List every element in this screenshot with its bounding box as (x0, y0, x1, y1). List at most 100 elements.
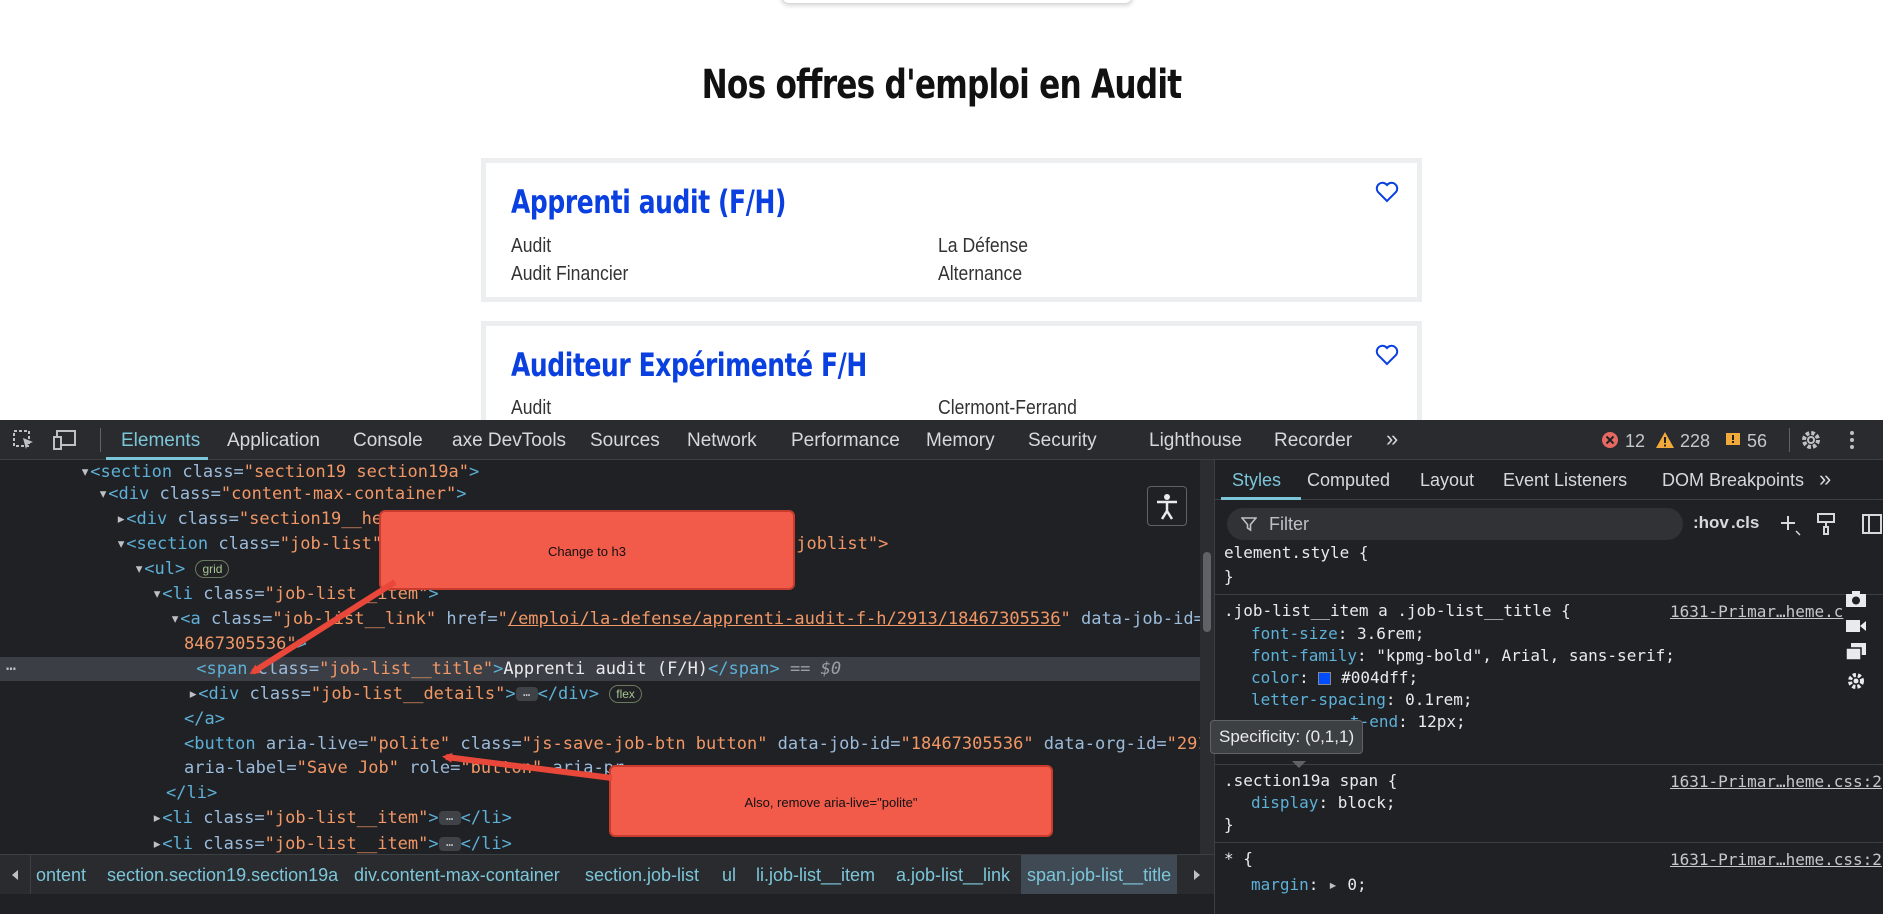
collapsed-ellipsis[interactable]: … (438, 836, 461, 851)
inspect-element-icon[interactable] (12, 429, 36, 451)
dom-node-selected[interactable]: ⋯ <span class="job-list__title">Apprenti … (0, 657, 1200, 681)
breadcrumb-item-selected[interactable]: span.job-list__title (1021, 855, 1178, 894)
settings-gear-icon[interactable] (1799, 428, 1823, 452)
tab-lighthouse[interactable]: Lighthouse (1149, 430, 1242, 452)
dom-tree-scrollbar[interactable] (1200, 460, 1214, 894)
job-subcategory: Audit Financier (511, 263, 629, 285)
cls-toggle[interactable]: .cls (1731, 513, 1759, 533)
style-declaration[interactable]: font-size: 3.6rem; (1251, 623, 1424, 645)
tab-recorder[interactable]: Recorder (1274, 430, 1352, 452)
tab-security[interactable]: Security (1028, 430, 1097, 452)
styles-filter-input[interactable]: Filter (1227, 508, 1683, 540)
warning-icon[interactable] (1655, 431, 1675, 449)
href-link[interactable]: /emploi/la-defense/apprenti-audit-f-h/29… (508, 609, 1061, 629)
warning-count[interactable]: 228 (1680, 431, 1710, 452)
tab-memory[interactable]: Memory (926, 430, 995, 452)
style-declaration[interactable]: margin: ▸ 0; (1251, 874, 1367, 896)
dom-node[interactable]: ▾<ul> grid (134, 557, 230, 581)
dom-node[interactable]: ▸<div class="section19__he (116, 507, 382, 531)
chevron-left-icon[interactable] (8, 868, 22, 882)
copy-window-icon[interactable] (1845, 642, 1867, 662)
more-tabs-button[interactable]: » (1386, 426, 1398, 452)
dom-node-wrap: aria-label="Save Job" role="button" aria… (184, 758, 625, 778)
chevron-right-icon[interactable] (1190, 868, 1204, 882)
dom-node[interactable]: ▾<a class="job-list__link" href="/emploi… (170, 607, 1214, 631)
video-camera-icon[interactable] (1845, 618, 1867, 634)
tab-application[interactable]: Application (227, 430, 320, 452)
tab-event-listeners[interactable]: Event Listeners (1503, 470, 1627, 491)
dom-node[interactable]: </a> (184, 707, 225, 731)
new-style-rule-icon[interactable] (1779, 514, 1801, 536)
tab-performance[interactable]: Performance (791, 430, 900, 452)
job-card[interactable]: Auditeur Expérimenté F/H Audit Clermont-… (481, 321, 1422, 420)
breadcrumb-item[interactable]: li.job-list__item (756, 865, 875, 886)
annotation-callout: Change to h3 (379, 510, 795, 590)
tab-elements[interactable]: Elements (121, 430, 200, 452)
tab-sources[interactable]: Sources (590, 430, 660, 452)
breadcrumb-item[interactable]: div.content-max-container (354, 865, 560, 886)
camera-icon[interactable] (1845, 590, 1867, 608)
rule-selector[interactable]: element.style { (1224, 542, 1369, 564)
accessibility-tree-button[interactable] (1147, 486, 1187, 526)
paint-roller-icon[interactable] (1815, 512, 1837, 536)
rule-selector[interactable]: .section19a span { (1224, 770, 1397, 792)
annotation-callout: Also, remove aria-live="polite" (609, 765, 1053, 837)
breadcrumb-item[interactable]: a.job-list__link (896, 865, 1010, 886)
grid-badge[interactable]: grid (195, 560, 230, 578)
rule-selector[interactable]: * { (1224, 848, 1253, 870)
error-count[interactable]: 12 (1625, 431, 1645, 452)
style-declaration[interactable]: color: #004dff; (1251, 667, 1418, 689)
dom-node[interactable]: ▾<section class="section19 section19a"> (80, 460, 479, 484)
dom-node[interactable]: ▾<section class="job-list" (116, 532, 382, 556)
tab-console[interactable]: Console (353, 430, 423, 452)
dom-node-tail: "joblist"> (786, 534, 889, 554)
breadcrumb-item[interactable]: ul (722, 865, 736, 886)
tab-styles[interactable]: Styles (1232, 470, 1281, 491)
error-icon[interactable] (1601, 431, 1619, 449)
heart-icon[interactable] (1375, 181, 1399, 203)
style-declaration[interactable]: letter-spacing: 0.1rem; (1251, 689, 1473, 711)
flex-badge[interactable]: flex (609, 685, 642, 703)
tab-axe-devtools[interactable]: axe DevTools (452, 430, 566, 452)
stylesheet-link[interactable]: 1631-Primar…heme.css:2 (1670, 850, 1882, 869)
color-swatch[interactable] (1318, 672, 1332, 685)
stylesheet-link[interactable]: 1631-Primar…heme.c (1670, 602, 1843, 621)
dom-node[interactable]: ▸<li class="job-list__item">… </li> (152, 832, 512, 856)
issues-icon[interactable] (1725, 432, 1741, 448)
devtools-tabbar: Elements Application Console axe DevTool… (0, 420, 1883, 460)
dom-node[interactable]: ▸<div class="job-list__details">… </div> … (188, 682, 642, 706)
device-toolbar-icon[interactable] (52, 429, 78, 451)
stylesheet-link[interactable]: 1631-Primar…heme.css:2 (1670, 772, 1882, 791)
sidebar-toggle-icon[interactable] (1861, 513, 1883, 535)
breadcrumb-item[interactable]: ontent (36, 865, 86, 886)
divider (1789, 428, 1790, 452)
dom-node[interactable]: </li> (166, 781, 217, 805)
breadcrumb-item[interactable]: section.section19.section19a (107, 865, 338, 886)
breadcrumb-item[interactable]: section.job-list (585, 865, 699, 886)
rule-selector[interactable]: .job-list__item a .job-list__title { (1224, 600, 1571, 622)
tab-network[interactable]: Network (687, 430, 757, 452)
dom-node[interactable]: ▸<li class="job-list__item">… </li> (152, 806, 512, 830)
style-declaration[interactable]: t-end: 12px; (1350, 711, 1466, 733)
tab-dom-breakpoints[interactable]: DOM Breakpoints (1662, 470, 1804, 491)
job-title-link[interactable]: Auditeur Expérimenté F/H (511, 346, 867, 384)
search-box-edge (781, 0, 1133, 4)
dom-node[interactable]: ▾<div class="content-max-container"> (98, 482, 467, 506)
job-card[interactable]: Apprenti audit (F/H) Audit Audit Financi… (481, 158, 1422, 302)
dom-node[interactable]: <button aria-live="polite" class="js-sav… (184, 732, 1214, 756)
style-declaration[interactable]: font-family: "kpmg-bold", Arial, sans-se… (1251, 645, 1675, 667)
tab-layout[interactable]: Layout (1420, 470, 1474, 491)
job-title-link[interactable]: Apprenti audit (F/H) (511, 183, 786, 221)
side-toolbar (1845, 590, 1869, 710)
hov-toggle[interactable]: :hov (1693, 513, 1729, 533)
more-tabs-button[interactable]: » (1819, 466, 1831, 492)
gear-icon[interactable] (1845, 670, 1867, 692)
heart-icon[interactable] (1375, 344, 1399, 366)
collapsed-ellipsis[interactable]: … (515, 686, 538, 701)
scrollbar-thumb[interactable] (1203, 552, 1211, 632)
collapsed-ellipsis[interactable]: … (438, 810, 461, 825)
more-options-icon[interactable] (1846, 429, 1858, 451)
style-declaration[interactable]: display: block; (1251, 792, 1396, 814)
tab-computed[interactable]: Computed (1307, 470, 1390, 491)
issues-count[interactable]: 56 (1747, 431, 1767, 452)
